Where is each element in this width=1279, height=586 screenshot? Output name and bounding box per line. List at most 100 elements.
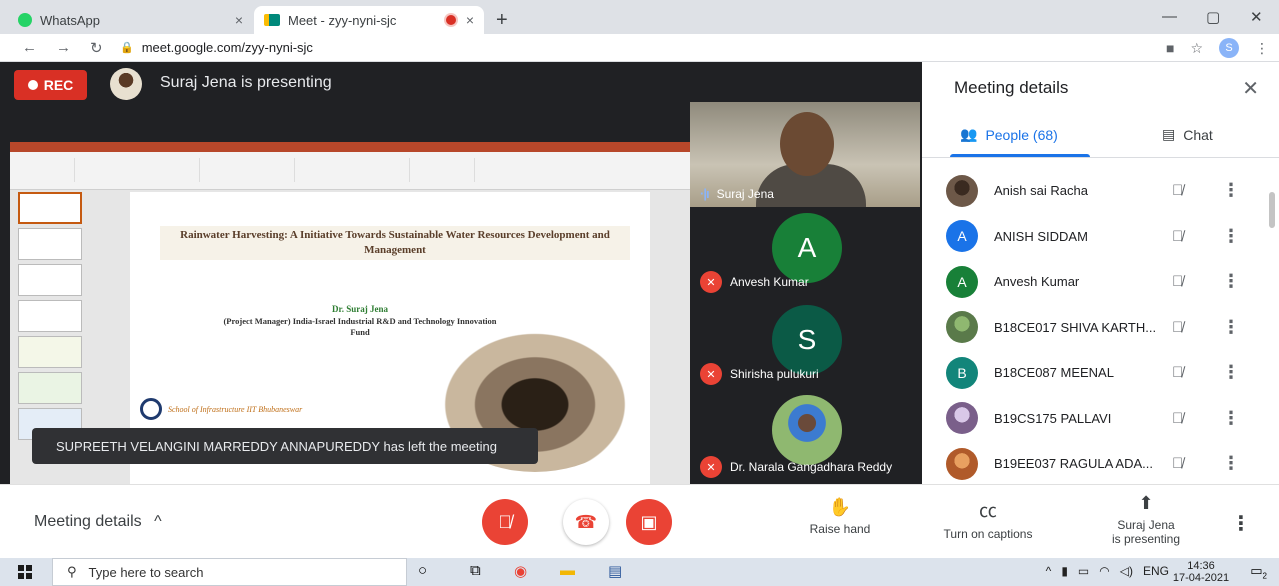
close-icon[interactable]: ✕: [1242, 76, 1259, 101]
back-icon[interactable]: ←: [22, 39, 37, 56]
meeting-details-panel: Meeting details ✕ 👥 People (68) ▤ Chat A…: [922, 62, 1279, 484]
participant-name: B19EE037 RAGULA ADA...: [994, 456, 1153, 472]
camera-icon[interactable]: ■: [1166, 40, 1174, 56]
list-item[interactable]: A Anvesh Kumar 🎙̸ ⋮: [922, 259, 1262, 305]
tab-chat[interactable]: ▤ Chat: [1162, 126, 1213, 143]
participant-list: Anish sai Racha 🎙̸ ⋮ A ANISH SIDDAM 🎙̸ ⋮…: [922, 168, 1262, 487]
search-icon: ⚲: [67, 564, 77, 579]
list-item[interactable]: B19EE037 RAGULA ADA... 🎙̸ ⋮: [922, 441, 1262, 487]
battery-icon[interactable]: ▭: [1078, 564, 1089, 578]
meeting-details-button[interactable]: Meeting details ^: [34, 513, 162, 531]
meeting-controls-bar: Meeting details ^ 🎙̸ ☎ ▣ ✋ Raise hand ㏄ …: [0, 484, 1279, 558]
cortana-icon[interactable]: ○: [418, 562, 427, 579]
tab-label: Meet - zyy-nyni-sjc: [288, 12, 397, 28]
muted-mic-icon: 🎙̸: [1172, 318, 1184, 336]
recording-indicator-icon: [445, 15, 456, 25]
participant-tile[interactable]: S ✕ Shirisha pulukuri: [690, 299, 920, 391]
menu-icon[interactable]: ⋮: [1255, 40, 1269, 57]
raise-hand-button[interactable]: ✋ Raise hand: [800, 497, 880, 536]
participant-photo: [772, 395, 842, 465]
star-icon[interactable]: ☆: [1190, 40, 1203, 57]
panel-tabs: 👥 People (68) ▤ Chat: [922, 114, 1279, 158]
volume-icon[interactable]: ◁): [1120, 564, 1133, 578]
language-indicator[interactable]: ENG: [1143, 564, 1169, 578]
camera-off-icon: ▣: [640, 511, 658, 532]
meeting-stage: REC Suraj Jena is presenting Rainwater H…: [0, 62, 922, 484]
presenting-button[interactable]: ⬆ Suraj Jena is presenting: [1098, 493, 1194, 546]
browser-tab-bar: WhatsApp × Meet - zyy-nyni-sjc × + — ▢ ✕: [0, 0, 1279, 34]
ppt-titlebar: [10, 142, 690, 152]
muted-mic-icon: 🎙̸: [1172, 273, 1184, 291]
tab-label: WhatsApp: [40, 12, 100, 28]
screen: WhatsApp × Meet - zyy-nyni-sjc × + — ▢ ✕…: [0, 0, 1279, 586]
more-options-icon[interactable]: ⋮: [1222, 317, 1240, 338]
participant-avatar: A: [946, 265, 978, 298]
file-explorer-icon[interactable]: ▬: [560, 562, 575, 579]
whatsapp-icon: [18, 13, 32, 27]
participant-tile[interactable]: A ✕ Anvesh Kumar: [690, 207, 920, 299]
participant-photo: [946, 402, 978, 435]
chrome-icon[interactable]: ◉: [514, 562, 527, 580]
participant-photo: [946, 174, 978, 207]
windows-start-icon[interactable]: [18, 565, 32, 579]
clock[interactable]: 14:36 17-04-2021: [1171, 560, 1231, 584]
network-icon[interactable]: ▮: [1061, 564, 1068, 578]
muted-mic-icon: 🎙̸: [1172, 227, 1184, 245]
tab-people[interactable]: 👥 People (68): [960, 126, 1058, 143]
close-tab-icon[interactable]: ×: [235, 12, 243, 28]
school-logo-icon: [140, 398, 162, 420]
list-item[interactable]: Anish sai Racha 🎙̸ ⋮: [922, 168, 1262, 214]
participant-tile[interactable]: ✕ Dr. Narala Gangadhara Reddy: [690, 391, 920, 484]
restore-button[interactable]: ▢: [1206, 8, 1220, 26]
close-tab-icon[interactable]: ×: [466, 12, 474, 28]
participant-name: B18CE017 SHIVA KARTH...: [994, 319, 1157, 335]
tile-name: ✕ Dr. Narala Gangadhara Reddy: [700, 456, 892, 478]
url-field[interactable]: 🔒 meet.google.com/zyy-nyni-sjc: [120, 36, 1120, 59]
captions-button[interactable]: ㏄ Turn on captions: [932, 497, 1044, 541]
rec-label: REC: [43, 77, 74, 93]
notification-center-icon[interactable]: ▭2: [1250, 563, 1267, 581]
ppt-ribbon: [10, 152, 690, 190]
tab-meet[interactable]: Meet - zyy-nyni-sjc ×: [254, 6, 484, 34]
hangup-icon: ☎: [574, 511, 598, 532]
profile-avatar[interactable]: S: [1219, 38, 1239, 58]
forward-icon[interactable]: →: [56, 39, 71, 56]
slide-thumbnail: [18, 336, 82, 368]
list-item[interactable]: A ANISH SIDDAM 🎙̸ ⋮: [922, 214, 1262, 260]
more-options-icon[interactable]: ⋮: [1222, 362, 1240, 383]
muted-mic-icon: 🎙̸: [1172, 409, 1184, 427]
panel-scrollbar[interactable]: [1269, 192, 1275, 228]
url-text: meet.google.com/zyy-nyni-sjc: [141, 40, 313, 55]
more-options-icon[interactable]: ⋮: [1222, 226, 1240, 247]
more-options-icon[interactable]: ⋮: [1222, 453, 1240, 474]
reload-icon[interactable]: ↻: [90, 39, 103, 57]
wifi-icon[interactable]: ◠: [1099, 564, 1109, 578]
word-icon[interactable]: ▤: [608, 562, 622, 580]
left-meeting-toast: SUPREETH VELANGINI MARREDDY ANNAPUREDDY …: [32, 428, 538, 464]
active-tab-indicator: [950, 154, 1090, 157]
list-item[interactable]: B19CS175 PALLAVI 🎙̸ ⋮: [922, 396, 1262, 442]
recording-badge[interactable]: REC: [14, 70, 87, 100]
windows-taskbar: ⚲ Type here to search ○ ⧉ ◉ ▬ ▤ ^ ▮ ▭ ◠ …: [0, 558, 1279, 586]
minimize-button[interactable]: —: [1162, 8, 1177, 25]
participant-tile-camera[interactable]: ·|ı Suraj Jena: [690, 102, 920, 207]
school-logo-block: School of Infrastructure IIT Bhubaneswar: [140, 398, 302, 420]
chevron-up-icon[interactable]: ^: [1046, 564, 1052, 578]
participant-name: B19CS175 PALLAVI: [994, 410, 1112, 426]
slide-thumbnail: [18, 264, 82, 296]
more-options-icon[interactable]: ⋮: [1231, 511, 1251, 536]
participant-avatar: B: [946, 356, 978, 389]
list-item[interactable]: B18CE017 SHIVA KARTH... 🎙̸ ⋮: [922, 305, 1262, 351]
more-options-icon[interactable]: ⋮: [1222, 180, 1240, 201]
taskbar-search-field[interactable]: ⚲ Type here to search: [52, 558, 407, 586]
more-options-icon[interactable]: ⋮: [1222, 271, 1240, 292]
mic-toggle-button[interactable]: 🎙̸: [482, 499, 528, 545]
leave-call-button[interactable]: ☎: [563, 499, 609, 545]
list-item[interactable]: B B18CE087 MEENAL 🎙̸ ⋮: [922, 350, 1262, 396]
camera-toggle-button[interactable]: ▣: [626, 499, 672, 545]
new-tab-button[interactable]: +: [496, 9, 508, 32]
tab-whatsapp[interactable]: WhatsApp ×: [8, 6, 253, 34]
task-view-icon[interactable]: ⧉: [470, 562, 481, 579]
more-options-icon[interactable]: ⋮: [1222, 408, 1240, 429]
close-window-button[interactable]: ✕: [1250, 8, 1263, 26]
